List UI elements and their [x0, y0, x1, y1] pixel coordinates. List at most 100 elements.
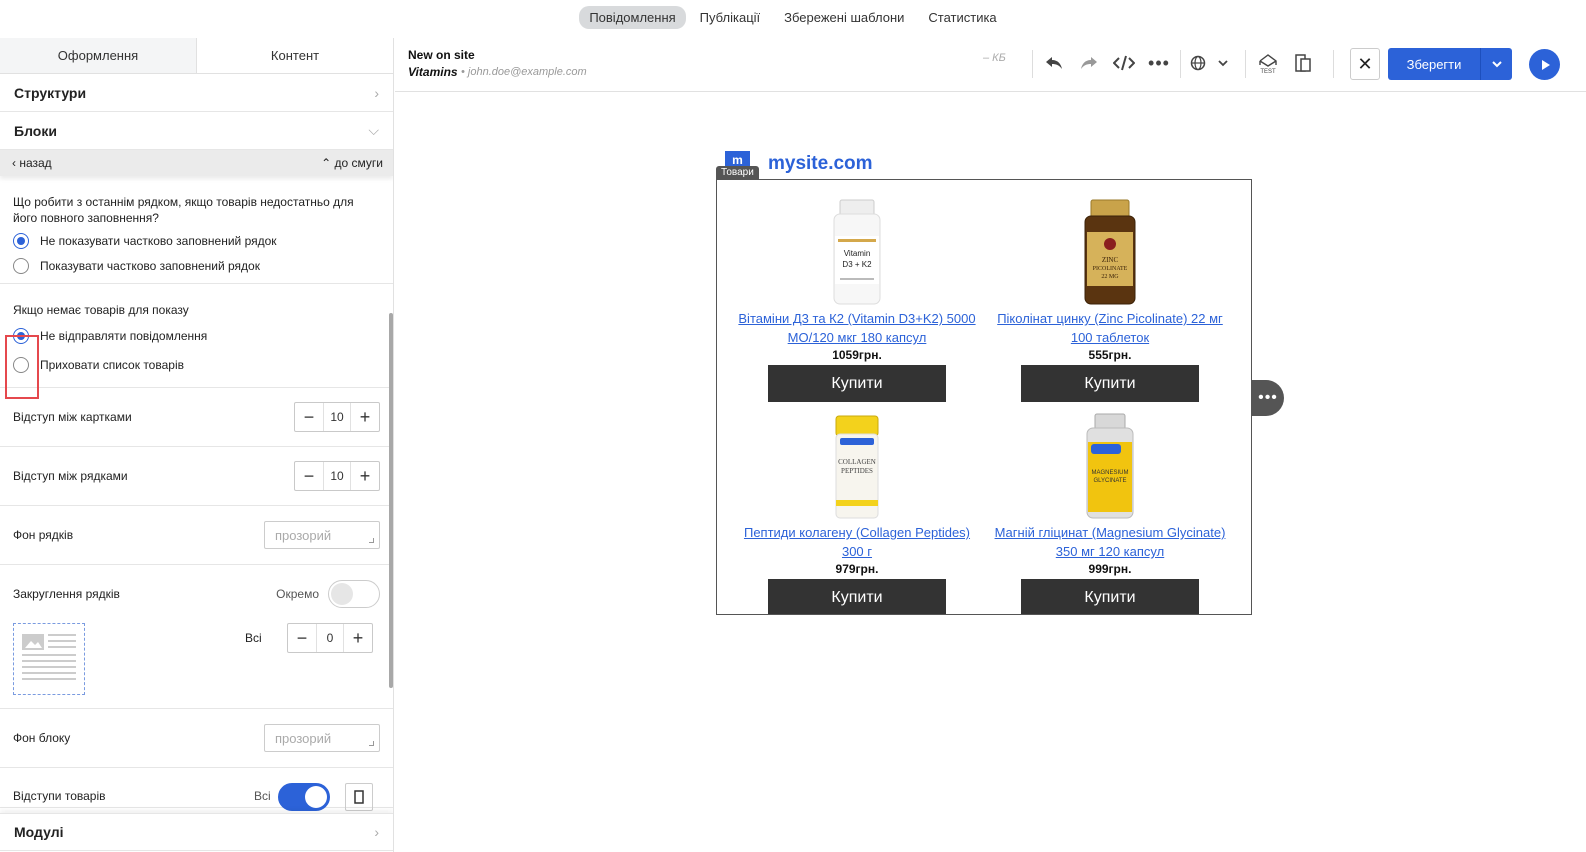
item-padding-all-label: Всі	[254, 789, 271, 803]
test-email-icon[interactable]: TEST	[1253, 48, 1283, 78]
no-items-section: Якщо немає товарів для показу Не відправ…	[0, 284, 393, 388]
buy-button[interactable]: Купити	[1021, 579, 1199, 614]
plus-button[interactable]: +	[344, 624, 372, 652]
modules-accordion[interactable]: Модулі ›	[0, 813, 393, 851]
divider	[1180, 50, 1181, 78]
tab-publications[interactable]: Публікації	[690, 6, 770, 29]
save-button-group: Зберегти	[1388, 48, 1512, 80]
tab-design[interactable]: Оформлення	[0, 38, 197, 73]
chevron-down-icon[interactable]	[1208, 48, 1238, 78]
card-gap-value[interactable]: 10	[323, 403, 351, 431]
save-options-button[interactable]	[1480, 48, 1512, 80]
item-padding-toggle[interactable]	[278, 783, 330, 811]
row-radius-section: Закруглення рядків Окремо Всі − 0 +	[0, 565, 393, 709]
row-gap-value[interactable]: 10	[323, 462, 351, 490]
row-preview-icon	[13, 623, 85, 695]
product-name-link[interactable]: Магнiй глiцинат (Magnesium Glycinate) 35…	[985, 523, 1235, 561]
product-name-link[interactable]: Вітаміни Д3 та К2 (Vitamin D3+K2) 5000 М…	[732, 309, 982, 347]
svg-text:PICOLINATE: PICOLINATE	[1093, 266, 1128, 272]
back-button[interactable]: ‹ назад	[12, 156, 52, 170]
chevron-down-icon	[1491, 61, 1502, 68]
block-bg-input[interactable]: прозорий	[264, 724, 380, 752]
message-size: – КБ	[983, 52, 1006, 64]
settings-panel: Оформлення Контент Структури › Блоки ⌵ ‹…	[0, 38, 394, 852]
mobile-preview-icon[interactable]	[1288, 48, 1318, 78]
no-items-option-dont-send-label: Не відправляти повідомлення	[40, 329, 208, 343]
buy-button[interactable]: Купити	[768, 579, 946, 614]
product-image[interactable]: MAGNESIUM GLYCINATE	[1075, 412, 1145, 520]
radio-unselected[interactable]	[13, 258, 29, 274]
to-stripe-button[interactable]: ⌃ до смуги	[321, 156, 383, 170]
undo-icon[interactable]	[1039, 48, 1069, 78]
row-radius-label: Закруглення рядків	[13, 587, 120, 601]
last-row-option-show[interactable]: Показувати частково заповнений рядок	[13, 258, 380, 274]
plus-button[interactable]: +	[351, 462, 379, 490]
last-row-section: Що робити з останнім рядком, якщо товарі…	[0, 176, 393, 284]
products-block[interactable]: Vitamin D3 + K2 Вітаміни Д3 та К2 (Vitam…	[716, 179, 1252, 615]
tab-saved-templates[interactable]: Збережені шаблони	[774, 6, 914, 29]
block-bg-label: Фон блоку	[13, 731, 71, 745]
device-icon[interactable]	[345, 783, 373, 811]
product-image[interactable]: Vitamin D3 + K2	[822, 198, 892, 306]
minus-button[interactable]: −	[295, 403, 323, 431]
code-icon[interactable]	[1109, 48, 1139, 78]
product-card: Vitamin D3 + K2 Вітаміни Д3 та К2 (Vitam…	[732, 198, 982, 402]
svg-text:22 MG: 22 MG	[1101, 274, 1119, 280]
card-gap-stepper: − 10 +	[294, 402, 380, 432]
close-button[interactable]: ✕	[1350, 48, 1380, 80]
product-price: 979грн.	[835, 562, 879, 576]
buy-button[interactable]: Купити	[1021, 365, 1199, 402]
divider	[1245, 50, 1246, 78]
svg-text:MAGNESIUM: MAGNESIUM	[1091, 470, 1128, 476]
svg-text:GLYCINATE: GLYCINATE	[1093, 478, 1126, 484]
minus-button[interactable]: −	[295, 462, 323, 490]
panel-tabs: Оформлення Контент	[0, 38, 393, 74]
panel-scrollbar[interactable]	[389, 313, 393, 688]
more-icon[interactable]: •••	[1144, 48, 1174, 78]
buy-button[interactable]: Купити	[768, 365, 946, 402]
chevron-down-icon: ⌵	[368, 122, 379, 138]
separately-label: Окремо	[276, 587, 319, 601]
tab-messages[interactable]: Повідомлення	[579, 5, 686, 29]
row-bg-input[interactable]: прозорий	[264, 521, 380, 549]
send-button[interactable]	[1529, 49, 1560, 80]
product-price: 999грн.	[1088, 562, 1132, 576]
tab-statistics[interactable]: Статистика	[918, 6, 1006, 29]
modules-label: Модулі	[14, 824, 64, 840]
play-icon	[1541, 59, 1550, 70]
minus-button[interactable]: −	[288, 624, 316, 652]
item-padding-section: Відступи товарів Всі	[0, 768, 393, 811]
radio-selected[interactable]	[13, 233, 29, 249]
block-tag[interactable]: Товари	[716, 166, 759, 180]
no-items-option-dont-send[interactable]: Не відправляти повідомлення	[13, 328, 380, 344]
message-subject: Vitamins	[408, 65, 458, 79]
product-image[interactable]: ZINC PICOLINATE 22 MG	[1075, 198, 1145, 306]
back-label: назад	[19, 156, 52, 170]
structures-label: Структури	[14, 84, 87, 101]
plus-button[interactable]: +	[351, 403, 379, 431]
product-image[interactable]: COLLAGEN PEPTIDES	[822, 412, 892, 520]
svg-text:COLLAGEN: COLLAGEN	[838, 458, 876, 466]
last-row-option-hide[interactable]: Не показувати частково заповнений рядок	[13, 233, 380, 249]
radius-value[interactable]: 0	[316, 624, 344, 652]
row-gap-label: Відступ між рядками	[13, 469, 128, 483]
row-bg-section: Фон рядків прозорий	[0, 506, 393, 565]
row-bg-label: Фон рядків	[13, 528, 74, 542]
highlight-box	[5, 335, 39, 399]
svg-text:PEPTIDES: PEPTIDES	[841, 467, 873, 475]
site-name[interactable]: mysite.com	[768, 153, 873, 175]
no-items-option-hide-list-label: Приховати список товарів	[40, 358, 184, 372]
redo-icon[interactable]	[1074, 48, 1104, 78]
no-items-option-hide-list[interactable]: Приховати список товарів	[13, 357, 380, 373]
svg-text:Vitamin: Vitamin	[844, 249, 871, 258]
separately-toggle[interactable]	[328, 580, 380, 608]
product-name-link[interactable]: Пептиди колагену (Collagen Peptides) 300…	[732, 523, 982, 561]
blocks-accordion[interactable]: Блоки ⌵	[0, 112, 393, 150]
block-more-icon[interactable]: •••	[1252, 380, 1284, 416]
structures-accordion[interactable]: Структури ›	[0, 74, 393, 112]
no-items-title: Якщо немає товарів для показу	[13, 303, 189, 317]
save-button[interactable]: Зберегти	[1388, 48, 1480, 80]
product-card: ZINC PICOLINATE 22 MG Пiколiнат цинку (Z…	[985, 198, 1235, 402]
product-name-link[interactable]: Пiколiнат цинку (Zinc Picolinate) 22 мг …	[985, 309, 1235, 347]
tab-content[interactable]: Контент	[197, 38, 393, 73]
